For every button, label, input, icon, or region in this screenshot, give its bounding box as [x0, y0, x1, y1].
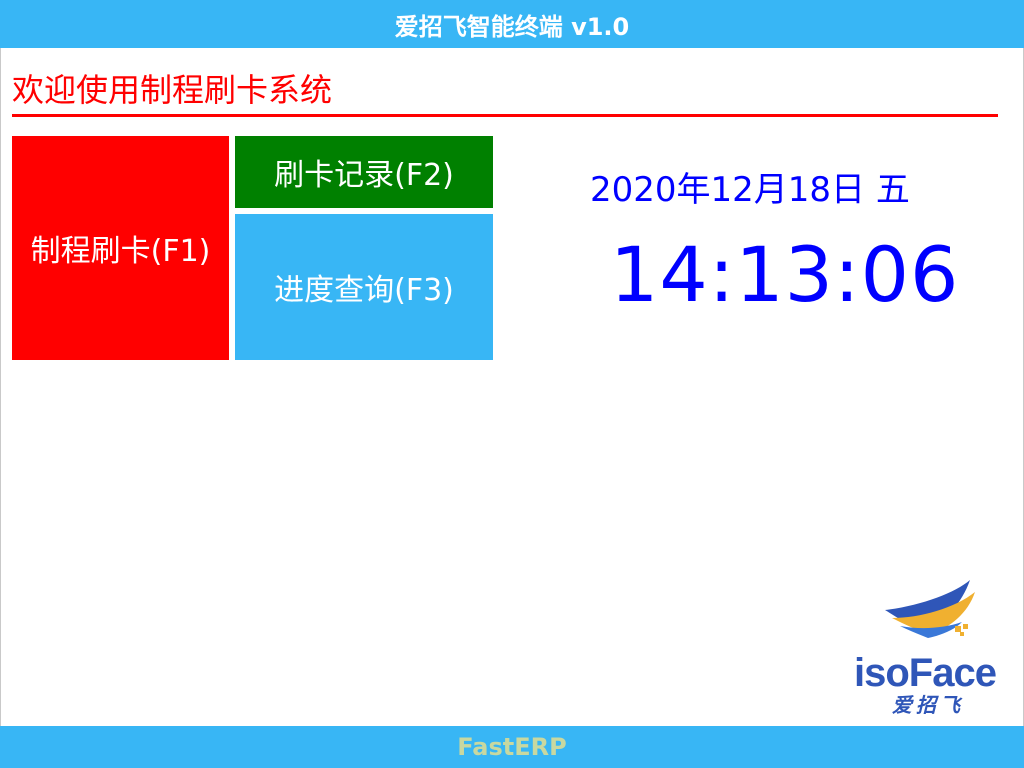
svg-text:爱招飞: 爱招飞	[892, 693, 964, 717]
footer-bar: FastERP	[0, 726, 1024, 768]
isoface-logo: isoFace 爱招飞	[854, 580, 997, 717]
process-swipe-label: 制程刷卡(F1)	[30, 234, 211, 269]
welcome-heading: 欢迎使用制程刷卡系统	[12, 71, 333, 109]
process-swipe-button[interactable]: 制程刷卡(F1)	[12, 136, 229, 360]
window-title: 爱招飞智能终端 v1.0	[394, 12, 630, 41]
window-title-bar: 爱招飞智能终端 v1.0	[0, 0, 1024, 48]
swipe-records-label: 刷卡记录(F2)	[274, 158, 454, 193]
progress-query-label: 进度查询(F3)	[274, 273, 454, 308]
progress-query-button[interactable]: 进度查询(F3)	[235, 214, 493, 360]
svg-text:isoFace: isoFace	[854, 651, 996, 695]
swipe-records-button[interactable]: 刷卡记录(F2)	[235, 136, 493, 208]
clock-display: 14:13:06	[610, 230, 960, 319]
date-display: 2020年12月18日 五	[590, 170, 910, 210]
footer-text: FastERP	[457, 733, 567, 761]
heading-divider	[12, 114, 998, 117]
